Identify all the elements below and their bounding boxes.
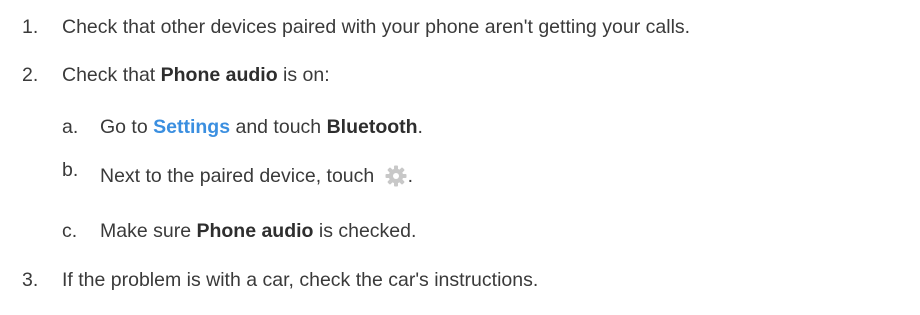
substep-text-part: Go to: [100, 116, 154, 138]
substep-letter: a.: [62, 116, 79, 138]
step-text: Check that Phone audio is on:: [62, 63, 330, 87]
substep-text: Go to Settings and touch Bluetooth.: [100, 115, 423, 139]
bluetooth-label: Bluetooth: [326, 116, 418, 138]
step-text-part: Check that: [62, 64, 161, 86]
phone-audio-label: Phone audio: [160, 64, 278, 86]
step-number: 3.: [22, 269, 39, 291]
step-text-part: is on:: [277, 64, 330, 86]
step-text: If the problem is with a car, check the …: [62, 269, 539, 291]
gear-icon: [384, 164, 408, 188]
substep-text-part: Next to the paired device, touch: [100, 165, 380, 187]
step-number: 2.: [22, 64, 39, 86]
substep-text: Next to the paired device, touch .: [100, 164, 413, 188]
substep-letter: c.: [62, 220, 78, 242]
step-text: Check that other devices paired with you…: [62, 16, 691, 38]
substep-text-part: and touch: [230, 116, 327, 138]
substep-text-part: is checked.: [313, 220, 417, 242]
substep-text-part: .: [417, 116, 423, 138]
phone-audio-label: Phone audio: [196, 220, 314, 242]
substep-text: Make sure Phone audio is checked.: [100, 219, 416, 243]
substep-letter: b.: [62, 159, 79, 181]
substep-text-part: .: [407, 165, 414, 187]
step-number: 1.: [22, 16, 39, 38]
substep-text-part: Make sure: [100, 220, 197, 242]
settings-link[interactable]: Settings: [153, 116, 230, 138]
